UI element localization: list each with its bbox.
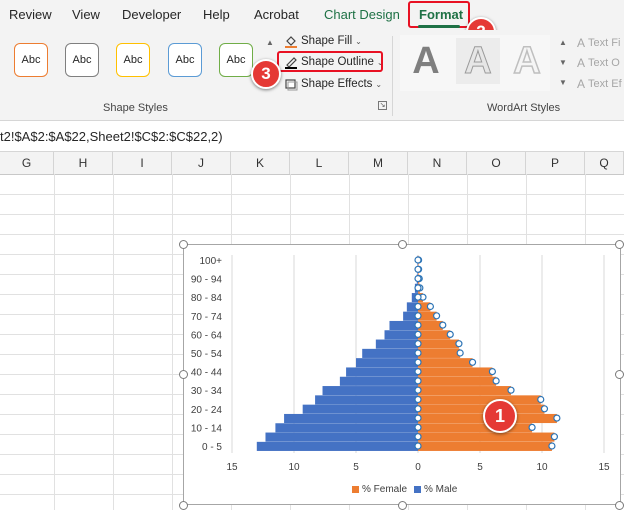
x-tick-label: 10: [536, 462, 548, 473]
callout-badge-1: 1: [483, 399, 517, 433]
female-point-marker: [446, 330, 454, 338]
female-bar: [418, 320, 443, 331]
female-bar: [418, 386, 511, 396]
female-base-marker: [414, 321, 422, 329]
female-base-marker: [414, 377, 422, 385]
male-bar: [339, 376, 418, 386]
legend-male-label: % Male: [424, 484, 458, 495]
male-bar: [256, 441, 418, 451]
female-base-marker: [414, 340, 422, 348]
female-point-marker: [455, 340, 463, 348]
female-base-marker: [414, 275, 422, 283]
female-point-marker: [537, 395, 545, 404]
y-tick-label: 80 - 84: [191, 293, 223, 304]
female-base-marker: [414, 433, 422, 441]
female-base-marker: [414, 414, 422, 422]
female-bar: [418, 441, 552, 451]
female-base-marker: [414, 349, 422, 357]
female-bar: [418, 358, 473, 368]
female-bar: [418, 404, 545, 414]
x-tick-label: 5: [353, 462, 359, 473]
female-bar: [418, 330, 451, 340]
male-bar: [384, 330, 418, 340]
resize-handle[interactable]: [614, 239, 624, 249]
female-bar: [418, 367, 493, 377]
resize-handle[interactable]: [397, 239, 407, 249]
female-base-marker: [414, 284, 422, 292]
male-bar: [284, 413, 418, 424]
male-bar: [275, 423, 418, 433]
y-tick-label: 100+: [199, 256, 222, 267]
x-tick-label: 15: [226, 462, 238, 473]
female-point-marker: [507, 386, 515, 394]
population-pyramid-chart[interactable]: 100+ 90 - 94 80 - 84 70 - 74 60 - 64 50 - 54 4…: [0, 0, 624, 510]
x-tick-label: 15: [598, 462, 610, 473]
female-base-marker: [414, 256, 422, 264]
female-base-marker: [414, 442, 422, 450]
female-point-marker: [528, 423, 536, 431]
y-tick-label: 0 - 5: [202, 442, 222, 453]
legend-female-label: % Female: [362, 484, 408, 495]
male-bar: [302, 404, 418, 414]
female-base-marker: [414, 293, 422, 301]
female-base-marker: [414, 368, 422, 376]
male-bar: [389, 320, 418, 331]
female-bar: [418, 432, 555, 442]
female-point-marker: [540, 405, 549, 413]
resize-handle[interactable]: [614, 370, 624, 379]
female-point-marker: [439, 321, 447, 329]
y-tick-label: 70 - 74: [191, 312, 223, 323]
female-point-marker: [426, 302, 434, 311]
y-tick-label: 40 - 44: [191, 368, 223, 379]
male-bar: [322, 386, 418, 396]
female-base-marker: [414, 386, 422, 394]
legend-female[interactable]: % Female: [352, 484, 407, 495]
resize-handle[interactable]: [178, 239, 188, 249]
female-point-marker: [548, 442, 556, 450]
female-point-marker: [433, 312, 441, 320]
male-bar: [315, 395, 418, 405]
female-bar: [418, 339, 459, 349]
legend-male[interactable]: % Male: [414, 484, 457, 495]
male-bar: [356, 358, 418, 368]
female-point-marker: [550, 433, 559, 441]
resize-handle[interactable]: [178, 500, 188, 510]
resize-handle[interactable]: [178, 370, 188, 379]
female-base-marker: [414, 265, 422, 273]
female-base-marker: [414, 302, 422, 311]
female-base-marker: [414, 405, 422, 413]
legend-male-swatch: [414, 486, 421, 493]
y-tick-label: 90 - 94: [191, 275, 223, 286]
resize-handle[interactable]: [614, 500, 624, 510]
female-base-marker: [414, 312, 422, 320]
female-bar: [418, 348, 461, 358]
female-base-marker: [414, 358, 422, 366]
male-bar: [375, 339, 418, 349]
female-point-marker: [456, 349, 464, 357]
female-point-marker: [553, 414, 561, 422]
male-bar: [346, 367, 418, 377]
female-point-marker: [468, 358, 477, 366]
female-base-marker: [414, 330, 422, 338]
y-tick-label: 30 - 34: [191, 386, 223, 397]
y-tick-label: 60 - 64: [191, 330, 223, 341]
female-base-marker: [414, 395, 422, 404]
legend-female-swatch: [352, 486, 359, 493]
y-tick-label: 50 - 54: [191, 349, 223, 360]
x-tick-label: 0: [415, 462, 421, 473]
x-tick-label: 10: [288, 462, 300, 473]
y-tick-label: 10 - 14: [191, 423, 223, 434]
resize-handle[interactable]: [397, 500, 407, 510]
male-bar: [362, 348, 418, 358]
female-point-marker: [492, 377, 500, 385]
female-bar: [418, 376, 497, 386]
female-bar: [418, 395, 541, 405]
y-tick-label: 20 - 24: [191, 405, 223, 416]
x-tick-label: 5: [477, 462, 483, 473]
female-base-marker: [414, 423, 422, 431]
male-bar: [265, 432, 418, 442]
female-point-marker: [488, 368, 496, 376]
female-bar: [418, 423, 533, 433]
